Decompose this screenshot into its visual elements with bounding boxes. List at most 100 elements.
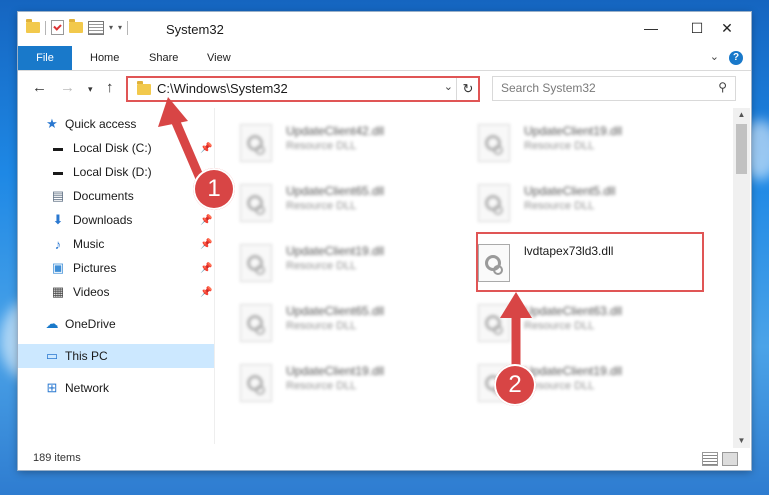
file-type: Resource DLL xyxy=(524,140,595,152)
sidebar-item-label: Local Disk (D:) xyxy=(73,165,152,179)
dll-file-icon xyxy=(240,244,272,282)
tab-share[interactable]: Share xyxy=(149,46,178,70)
sidebar-item-music[interactable]: ♪ Music 📌 xyxy=(18,232,214,256)
list-item[interactable]: UpdateClient63.dll Resource DLL xyxy=(456,296,676,342)
file-name: UpdateClient19.dll xyxy=(286,364,385,378)
star-icon: ★ xyxy=(46,116,58,131)
sidebar-item-label: Local Disk (C:) xyxy=(73,141,152,155)
sidebar-item-label: Downloads xyxy=(73,213,133,227)
music-icon: ♪ xyxy=(54,236,62,252)
item-count: 189 items xyxy=(33,452,81,464)
recent-locations-icon[interactable]: ▾ xyxy=(88,84,93,95)
drive-icon: ▬ xyxy=(53,166,63,178)
network-icon: ⊞ xyxy=(46,380,58,395)
chevron-down-icon[interactable]: ▾ xyxy=(109,23,113,32)
help-icon[interactable]: ? xyxy=(729,51,743,65)
download-icon: ⬇ xyxy=(52,212,64,227)
file-type: Resource DLL xyxy=(286,140,357,152)
window-title: System32 xyxy=(166,22,224,37)
forward-arrow-icon[interactable]: → xyxy=(60,79,75,96)
dll-file-icon xyxy=(240,304,272,342)
pin-icon: 📌 xyxy=(200,286,213,298)
details-icon[interactable] xyxy=(88,20,104,35)
list-item[interactable]: UpdateClient65.dll Resource DLL xyxy=(218,176,438,222)
sidebar-item-label: Network xyxy=(65,381,110,395)
file-name: UpdateClient65.dll xyxy=(286,304,385,318)
sidebar-item-label: Videos xyxy=(73,285,110,299)
file-type: Resource DLL xyxy=(286,380,357,392)
target-file-highlight xyxy=(476,232,704,292)
cloud-icon: ☁ xyxy=(45,316,59,331)
search-input[interactable]: Search System32 ⚲ xyxy=(492,76,736,101)
large-icons-view-icon[interactable] xyxy=(722,452,738,466)
tab-view[interactable]: View xyxy=(207,46,231,70)
properties-check-icon[interactable] xyxy=(51,20,64,35)
list-item[interactable]: UpdateClient19.dll Resource DLL xyxy=(218,236,438,282)
search-placeholder: Search System32 xyxy=(501,81,596,95)
toolbar-separator xyxy=(45,20,46,35)
list-item[interactable]: UpdateClient5.dll Resource DLL xyxy=(456,176,676,222)
pc-icon: ▭ xyxy=(45,348,59,363)
file-name: UpdateClient5.dll xyxy=(524,184,616,198)
tab-file[interactable]: File xyxy=(18,46,72,70)
scroll-down-icon[interactable]: ▼ xyxy=(733,434,750,448)
scroll-thumb[interactable] xyxy=(736,124,747,174)
sidebar-item-label: OneDrive xyxy=(65,317,116,331)
minimize-button[interactable]: — xyxy=(628,12,674,44)
file-type: Resource DLL xyxy=(286,320,357,332)
details-view-icon[interactable] xyxy=(702,452,718,466)
back-arrow-icon[interactable]: ← xyxy=(32,79,47,96)
list-item[interactable]: UpdateClient65.dll Resource DLL xyxy=(218,296,438,342)
sidebar-item-label: Music xyxy=(73,237,105,251)
list-item[interactable]: UpdateClient19.dll Resource DLL xyxy=(456,356,676,402)
scroll-up-icon[interactable]: ▲ xyxy=(733,108,750,122)
pin-icon: 📌 xyxy=(200,214,213,226)
status-bar: 189 items xyxy=(18,448,751,470)
pin-icon: 📌 xyxy=(200,238,213,250)
quick-access-toolbar: ▾ ▾ xyxy=(26,19,129,35)
sidebar-item-label: Documents xyxy=(73,189,134,203)
list-item[interactable]: UpdateClient19.dll Resource DLL xyxy=(218,356,438,402)
search-icon[interactable]: ⚲ xyxy=(718,80,727,94)
file-name: UpdateClient19.dll xyxy=(524,364,623,378)
close-button[interactable]: ✕ xyxy=(704,12,750,44)
pin-icon: 📌 xyxy=(200,262,213,274)
sidebar-item-downloads[interactable]: ⬇ Downloads 📌 xyxy=(18,208,214,232)
sidebar-item-pictures[interactable]: ▣ Pictures 📌 xyxy=(18,256,214,280)
dll-file-icon xyxy=(240,364,272,402)
dll-file-icon xyxy=(478,184,510,222)
sidebar-item-label: Quick access xyxy=(65,117,137,131)
pictures-icon: ▣ xyxy=(51,260,65,275)
drive-icon: ▬ xyxy=(53,142,63,154)
dll-file-icon xyxy=(240,184,272,222)
expand-ribbon-icon[interactable]: ⌄ xyxy=(710,50,719,63)
videos-icon: ▦ xyxy=(51,284,65,299)
folder-icon[interactable] xyxy=(26,19,40,33)
tab-home[interactable]: Home xyxy=(90,46,119,70)
ribbon-tabs: File Home Share View ⌄ ? xyxy=(18,46,751,71)
title-bar: ▾ ▾ System32 — ☐ ✕ xyxy=(18,12,751,46)
file-type: Resource DLL xyxy=(286,200,357,212)
toolbar-separator xyxy=(127,20,129,35)
new-folder-icon[interactable] xyxy=(69,19,83,33)
file-type: Resource DLL xyxy=(524,200,595,212)
vertical-scrollbar[interactable]: ▲ ▼ xyxy=(733,108,750,448)
sidebar-item-label: This PC xyxy=(65,349,108,363)
sidebar-item-label: Pictures xyxy=(73,261,117,275)
sidebar-item-onedrive[interactable]: ☁ OneDrive xyxy=(18,312,214,336)
file-type: Resource DLL xyxy=(286,260,357,272)
dll-file-icon xyxy=(240,124,272,162)
sidebar-item-this-pc[interactable]: ▭ This PC xyxy=(18,344,214,368)
list-item[interactable]: UpdateClient19.dll Resource DLL xyxy=(456,116,676,162)
step-marker-2: 2 xyxy=(494,364,536,406)
sidebar-item-videos[interactable]: ▦ Videos 📌 xyxy=(18,280,214,304)
documents-icon: ▤ xyxy=(51,188,65,203)
customize-toolbar-icon[interactable]: ▾ xyxy=(118,23,122,32)
list-item[interactable]: UpdateClient42.dll Resource DLL xyxy=(218,116,438,162)
file-name: UpdateClient19.dll xyxy=(524,124,623,138)
step-marker-1: 1 xyxy=(193,168,235,210)
file-name: UpdateClient63.dll xyxy=(524,304,623,318)
sidebar-item-network[interactable]: ⊞ Network xyxy=(18,376,214,400)
file-name: UpdateClient42.dll xyxy=(286,124,385,138)
up-arrow-icon[interactable]: ↑ xyxy=(106,79,114,96)
